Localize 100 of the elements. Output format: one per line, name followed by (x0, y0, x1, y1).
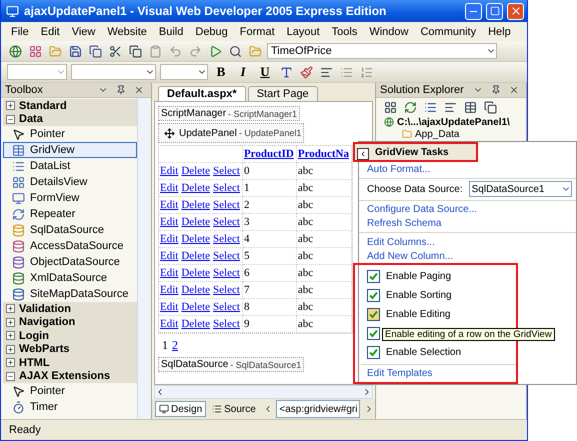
tree-item[interactable]: C:\...\ajaxUpdatePanel1\ (397, 116, 510, 128)
expand-icon[interactable] (6, 101, 15, 110)
row-action-link[interactable]: Delete (181, 216, 210, 228)
row-action-link[interactable]: Select (213, 301, 240, 313)
copy-icon[interactable] (87, 43, 103, 59)
close-button[interactable] (507, 2, 524, 20)
row-action-link[interactable]: Edit (160, 233, 178, 245)
checkbox[interactable] (367, 270, 380, 283)
row-action-link[interactable]: Select (213, 233, 240, 245)
data-source-select[interactable]: SqlDataSource1 (468, 181, 572, 198)
toolbox-section[interactable]: AJAX Extensions (3, 370, 137, 383)
menu-item[interactable]: Format (234, 26, 281, 38)
tag-breadcrumb[interactable]: <asp:gridview#gri (276, 400, 360, 418)
collapse-tag-icon[interactable] (357, 148, 369, 160)
scrollbar[interactable] (154, 385, 373, 399)
toolbox-item[interactable]: ObjectDataSource (3, 254, 137, 270)
toolbox-item[interactable]: FormView (3, 190, 137, 206)
row-action-link[interactable]: Delete (181, 284, 210, 296)
menu-item[interactable]: File (5, 26, 35, 38)
task-link[interactable]: Edit Templates (367, 366, 432, 382)
checkbox[interactable] (367, 288, 380, 302)
row-action-link[interactable]: Edit (160, 165, 178, 177)
toolbox-section[interactable]: Data (3, 112, 137, 126)
document-tab[interactable]: Start Page (248, 86, 318, 101)
toolbox-section[interactable]: HTML (3, 356, 137, 370)
row-action-link[interactable]: Select (213, 318, 240, 330)
expand-icon[interactable] (6, 358, 15, 368)
row-action-link[interactable]: Edit (160, 216, 178, 228)
task-link[interactable]: Configure Data Source... (367, 202, 478, 216)
toolbox-item[interactable]: SiteMapDataSource (3, 286, 137, 302)
copy-icon[interactable] (482, 99, 498, 115)
toolbox-section[interactable]: Login (3, 329, 137, 342)
document-tab[interactable]: Default.aspx* (158, 86, 246, 101)
row-action-link[interactable]: Edit (160, 318, 178, 330)
tree-item[interactable]: App_Data (415, 128, 460, 140)
menu-item[interactable]: Debug (189, 26, 234, 38)
maximize-button[interactable] (486, 2, 503, 20)
checkbox[interactable] (367, 326, 380, 340)
toolbox-item[interactable]: XmlDataSource (3, 270, 137, 286)
task-link[interactable]: Auto Format... (367, 162, 430, 176)
copy-icon[interactable] (127, 43, 143, 59)
task-link[interactable]: Add New Column... (367, 249, 454, 263)
toolbox-item[interactable]: Repeater (3, 206, 137, 222)
minimize-button[interactable] (465, 2, 482, 20)
toolbox-section[interactable]: Validation (3, 302, 137, 316)
refresh-icon[interactable] (402, 99, 418, 115)
properties-icon[interactable] (382, 99, 398, 115)
menu-item[interactable]: Tools (326, 26, 364, 38)
row-action-link[interactable]: Edit (160, 267, 178, 279)
page-link[interactable]: 2 (172, 338, 178, 353)
expand-icon[interactable] (6, 331, 15, 340)
expand-icon[interactable] (6, 344, 15, 354)
toolbox-item[interactable]: GridView (3, 142, 137, 158)
toolbox-item[interactable]: DetailsView (3, 174, 137, 190)
toolbox-item[interactable]: Pointer (3, 383, 137, 399)
designer-icon[interactable] (462, 99, 478, 115)
toolbox-item[interactable]: Pointer (3, 126, 137, 142)
row-action-link[interactable]: Delete (181, 301, 210, 313)
row-action-link[interactable]: Select (213, 216, 240, 228)
row-action-link[interactable]: Edit (160, 199, 178, 211)
checkbox[interactable] (367, 346, 380, 359)
toolbox-section[interactable]: Standard (3, 99, 137, 112)
menu-item[interactable]: Build (152, 26, 190, 38)
menu-item[interactable]: Window (363, 26, 414, 38)
menu-item[interactable]: Edit (34, 26, 66, 38)
globe-icon[interactable] (7, 43, 23, 59)
toolbox-section[interactable]: Navigation (3, 316, 137, 329)
expand-icon[interactable] (6, 318, 15, 327)
row-action-link[interactable]: Select (213, 199, 240, 211)
cut-icon[interactable] (107, 43, 123, 59)
row-action-link[interactable]: Edit (160, 301, 178, 313)
toolbox-item[interactable]: AccessDataSource (3, 238, 137, 254)
task-link[interactable]: Refresh Schema (367, 216, 442, 230)
row-action-link[interactable]: Delete (181, 182, 210, 194)
row-action-link[interactable]: Delete (181, 233, 210, 245)
expand-icon[interactable] (6, 304, 15, 314)
row-action-link[interactable]: Delete (181, 250, 210, 262)
format-button[interactable]: I (234, 63, 252, 81)
toolbox-item[interactable]: DataList (3, 158, 137, 174)
menu-item[interactable]: Website (101, 26, 153, 38)
row-action-link[interactable]: Edit (160, 182, 178, 194)
task-link[interactable]: Edit Columns... (367, 235, 435, 250)
view-tab[interactable]: Design (155, 401, 206, 417)
checkbox[interactable] (367, 308, 380, 321)
row-action-link[interactable]: Delete (181, 199, 210, 211)
row-action-link[interactable]: Delete (181, 267, 210, 279)
row-action-link[interactable]: Delete (181, 318, 210, 330)
grid-icon[interactable] (27, 43, 43, 59)
menu-item[interactable]: Community (414, 26, 482, 38)
row-action-link[interactable]: Edit (160, 284, 178, 296)
scrollbar[interactable] (137, 98, 151, 419)
row-action-link[interactable]: Edit (160, 250, 178, 262)
menu-item[interactable]: View (66, 26, 102, 38)
row-action-link[interactable]: Select (213, 165, 240, 177)
collapse-icon[interactable] (6, 114, 15, 124)
toolbox-section[interactable]: WebParts (3, 342, 137, 356)
highlight-icon[interactable] (298, 64, 314, 80)
column-header-link[interactable]: ProductID (244, 148, 294, 160)
menu-item[interactable]: Layout (280, 26, 326, 38)
format-button[interactable]: B (212, 63, 230, 81)
